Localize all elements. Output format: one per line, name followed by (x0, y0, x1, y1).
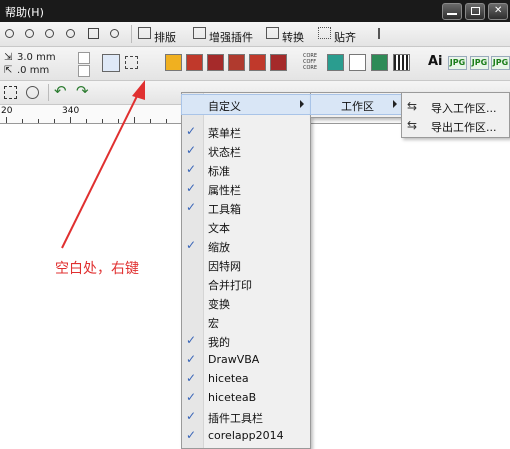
checkmark-icon: ✓ (186, 352, 197, 366)
menu-item-label: 插件工具栏 (208, 412, 263, 425)
menu-item-plugin-toolbar[interactable]: ✓ 插件工具栏 (182, 407, 310, 426)
menu-item-statusbar[interactable]: ✓ 状态栏 (182, 141, 310, 160)
checkmark-icon: ✓ (186, 428, 197, 442)
menu-item-import-workspace[interactable]: ⇆ 导入工作区... (402, 97, 509, 116)
menu-item-label: hiceteaB (208, 391, 257, 404)
menu-item-label: 文本 (208, 222, 230, 235)
checkmark-icon: ✓ (186, 238, 197, 252)
menu-item-mine[interactable]: ✓ 我的 (182, 331, 310, 350)
menu-item-standard[interactable]: ✓ 标准 (182, 160, 310, 179)
menu-item-macro[interactable]: 宏 (182, 312, 310, 331)
export-icon: ⇆ (407, 118, 418, 132)
checkmark-icon: ✓ (186, 181, 197, 195)
menu-item-text[interactable]: 文本 (182, 217, 310, 236)
menu-item-drawvba[interactable]: ✓ DrawVBA (182, 350, 310, 369)
checkmark-icon: ✓ (186, 124, 197, 138)
checkmark-icon: ✓ (186, 333, 197, 347)
menu-item-label: 我的 (208, 336, 230, 349)
menu-item-label: 变换 (208, 298, 230, 311)
menu-item-label: 工作区 (341, 100, 374, 113)
submenu-arrow-icon (393, 100, 397, 108)
menu-item-propertybar[interactable]: ✓ 属性栏 (182, 179, 310, 198)
checkmark-icon: ✓ (186, 390, 197, 404)
toolbar-context-menu: 自定义 ✓ 菜单栏 ✓ 状态栏 ✓ 标准 ✓ 属性栏 ✓ 工具箱 文本 ✓ 缩放 因特网 合… (181, 92, 311, 449)
menu-item-transform[interactable]: 变换 (182, 293, 310, 312)
menu-item-label: corelapp2014 (208, 429, 284, 442)
checkmark-icon: ✓ (186, 371, 197, 385)
menu-item-label: hicetea (208, 372, 249, 385)
checkmark-icon: ✓ (186, 162, 197, 176)
menu-item-label: 自定义 (208, 100, 241, 113)
checkmark-icon: ✓ (186, 409, 197, 423)
menu-item-export-workspace[interactable]: ⇆ 导出工作区... (402, 116, 509, 135)
menu-item-menubar[interactable]: ✓ 菜单栏 (182, 122, 310, 141)
import-icon: ⇆ (407, 99, 418, 113)
menu-item-mail-merge[interactable]: 合并打印 (182, 274, 310, 293)
menu-item-label: 因特网 (208, 260, 241, 273)
menu-item-internet[interactable]: 因特网 (182, 255, 310, 274)
menu-item-corelapp2014[interactable]: ✓ corelapp2014 (182, 426, 310, 445)
menu-item-hiceteab[interactable]: ✓ hiceteaB (182, 388, 310, 407)
customize-submenu: 工作区 (310, 92, 404, 118)
menu-item-hicetea[interactable]: ✓ hicetea (182, 369, 310, 388)
menu-item-label: 属性栏 (208, 184, 241, 197)
menu-item-label: 工具箱 (208, 203, 241, 216)
menu-item-customize[interactable]: 自定义 (181, 94, 311, 115)
menu-item-label: 宏 (208, 317, 219, 330)
menu-item-label: 缩放 (208, 241, 230, 254)
menu-item-zoom[interactable]: ✓ 缩放 (182, 236, 310, 255)
checkmark-icon: ✓ (186, 200, 197, 214)
menu-item-label: 导出工作区... (431, 121, 497, 134)
menu-item-label: 菜单栏 (208, 127, 241, 140)
workspace-submenu: ⇆ 导入工作区... ⇆ 导出工作区... (401, 92, 510, 138)
checkmark-icon: ✓ (186, 143, 197, 157)
menu-item-label: DrawVBA (208, 353, 260, 366)
menu-item-workspace[interactable]: 工作区 (310, 94, 404, 115)
menu-item-label: 状态栏 (208, 146, 241, 159)
menu-item-label: 标准 (208, 165, 230, 178)
annotation-text: 空白处，右键 (55, 261, 139, 277)
submenu-arrow-icon (300, 100, 304, 108)
menu-item-label: 导入工作区... (431, 102, 497, 115)
menu-item-label: 合并打印 (208, 279, 252, 292)
menu-item-toolbox[interactable]: ✓ 工具箱 (182, 198, 310, 217)
